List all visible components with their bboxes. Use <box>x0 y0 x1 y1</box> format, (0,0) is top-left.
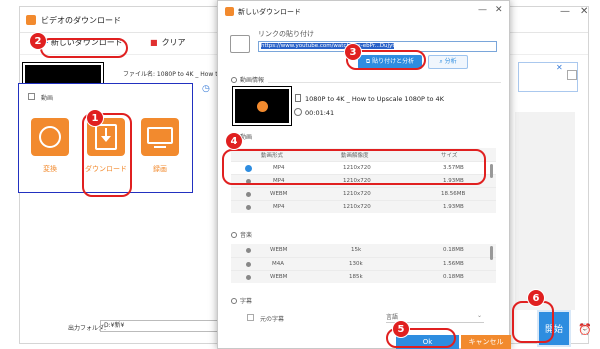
clock-icon <box>294 108 302 116</box>
analyze-label: 分析 <box>444 58 457 65</box>
record-label: 録画 <box>153 165 167 173</box>
radio-unselected[interactable] <box>246 248 251 253</box>
video-size: 1.93MB <box>443 204 464 210</box>
task-area <box>515 112 575 310</box>
audio-format-table: WEBM 15k 0.18MB M4A 130k 1.56MB WEBM 185… <box>231 244 496 283</box>
video-scrollbar[interactable] <box>490 164 493 178</box>
video-section-icon <box>28 93 35 100</box>
step-badge-2: 2 <box>29 32 47 50</box>
convert-label: 変換 <box>43 165 57 173</box>
video-title: 1080P to 4K _ How to Upscale 1080P to 4K <box>305 95 444 103</box>
link-label: リンクの貼り付け <box>258 30 314 38</box>
music-icon <box>231 232 237 238</box>
video-row[interactable]: MP4 1210x720 1.93MB <box>231 200 496 213</box>
audio-row[interactable]: M4A 130k 1.56MB <box>231 257 496 270</box>
alarm-clock-icon[interactable]: ⏰ <box>578 323 592 336</box>
video-thumbnail <box>232 86 292 126</box>
url-text: https://www.youtube.com/watch?v=-ebPr...… <box>261 43 395 49</box>
dialog-title: 新しいダウンロード <box>238 8 301 16</box>
menu-heading: 動画 <box>41 95 54 102</box>
analyze-button[interactable]: ⌕ 分析 <box>428 55 468 69</box>
audio-format: WEBM <box>270 247 288 253</box>
close-icon[interactable]: ✕ <box>580 6 588 17</box>
dialog-close-icon[interactable]: ✕ <box>495 5 503 15</box>
output-folder-field[interactable]: D:¥新¥ <box>100 320 230 332</box>
divider <box>268 82 501 83</box>
task-close-icon[interactable]: ✕ <box>556 63 563 72</box>
audio-format: WEBM <box>270 274 288 280</box>
audio-bitrate: 185k <box>349 274 363 280</box>
audio-size: 0.18MB <box>443 274 464 280</box>
task-checkbox[interactable] <box>567 70 577 80</box>
main-window-title: ビデオのダウンロード <box>41 16 121 25</box>
highlight-ring <box>222 149 486 185</box>
radio-unselected[interactable] <box>246 262 251 267</box>
convert-menu-item[interactable]: 変換 <box>29 118 71 174</box>
step-badge-6: 6 <box>527 289 545 307</box>
audio-size: 1.56MB <box>443 261 464 267</box>
clear-button[interactable]: ■ クリア <box>150 37 186 48</box>
video-format: MP4 <box>273 204 285 210</box>
original-subtitles-label: 元の字幕 <box>260 316 285 323</box>
document-icon <box>295 94 301 102</box>
video-resolution: 1210x720 <box>343 204 371 210</box>
step-badge-5: 5 <box>392 320 410 338</box>
audio-row[interactable]: WEBM 185k 0.18MB <box>231 270 496 283</box>
audio-section-heading: 音楽 <box>231 230 252 239</box>
video-info-heading: 動画情報 <box>231 75 264 84</box>
step-badge-3: 3 <box>344 43 362 61</box>
audio-scrollbar[interactable] <box>490 246 493 260</box>
cc-icon <box>231 298 237 304</box>
chevron-down-icon: ⌄ <box>476 312 482 319</box>
task-thumbnail <box>22 62 104 86</box>
audio-row[interactable]: WEBM 15k 0.18MB <box>231 244 496 257</box>
convert-icon <box>31 118 69 156</box>
radio-unselected[interactable] <box>246 192 251 197</box>
app-logo-icon <box>26 15 36 25</box>
video-duration: 00:01:41 <box>305 109 335 117</box>
info-icon <box>231 77 237 83</box>
highlight-ring <box>512 301 554 343</box>
radio-unselected[interactable] <box>246 205 251 210</box>
minimize-icon[interactable]: — <box>560 6 570 17</box>
original-subtitles-checkbox[interactable] <box>247 314 254 321</box>
video-format: WEBM <box>270 191 288 197</box>
step-badge-4: 4 <box>225 132 243 150</box>
task-file-name: ファイル名: 1080P to 4K _ How to U <box>123 71 228 78</box>
video-row[interactable]: WEBM 1210x720 18.56MB <box>231 187 496 200</box>
thumbnail-logo <box>257 101 268 112</box>
video-size: 18.56MB <box>441 191 466 197</box>
trash-icon: ■ <box>150 38 158 47</box>
step-badge-1: 1 <box>86 109 104 127</box>
highlight-ring <box>40 38 128 58</box>
audio-format: M4A <box>272 261 285 267</box>
radio-unselected[interactable] <box>246 275 251 280</box>
link-paste-icon <box>230 35 250 53</box>
task-clock-icon: ◷ <box>202 84 210 94</box>
dialog-minimize-icon[interactable]: — <box>478 5 487 15</box>
video-info-heading-text: 動画情報 <box>240 77 265 84</box>
audio-bitrate: 15k <box>351 247 362 253</box>
record-icon <box>141 118 179 156</box>
audio-size: 0.18MB <box>443 247 464 253</box>
subtitle-heading-text: 字幕 <box>240 298 253 305</box>
audio-heading-text: 音楽 <box>240 232 253 239</box>
clear-label: クリア <box>161 38 186 47</box>
video-resolution: 1210x720 <box>343 191 371 197</box>
audio-bitrate: 130k <box>349 261 363 267</box>
record-menu-item[interactable]: 録画 <box>139 118 181 174</box>
dialog-logo-icon <box>225 7 234 16</box>
cancel-button[interactable]: キャンセル <box>461 335 511 349</box>
subtitle-section-heading: 字幕 <box>231 296 252 305</box>
